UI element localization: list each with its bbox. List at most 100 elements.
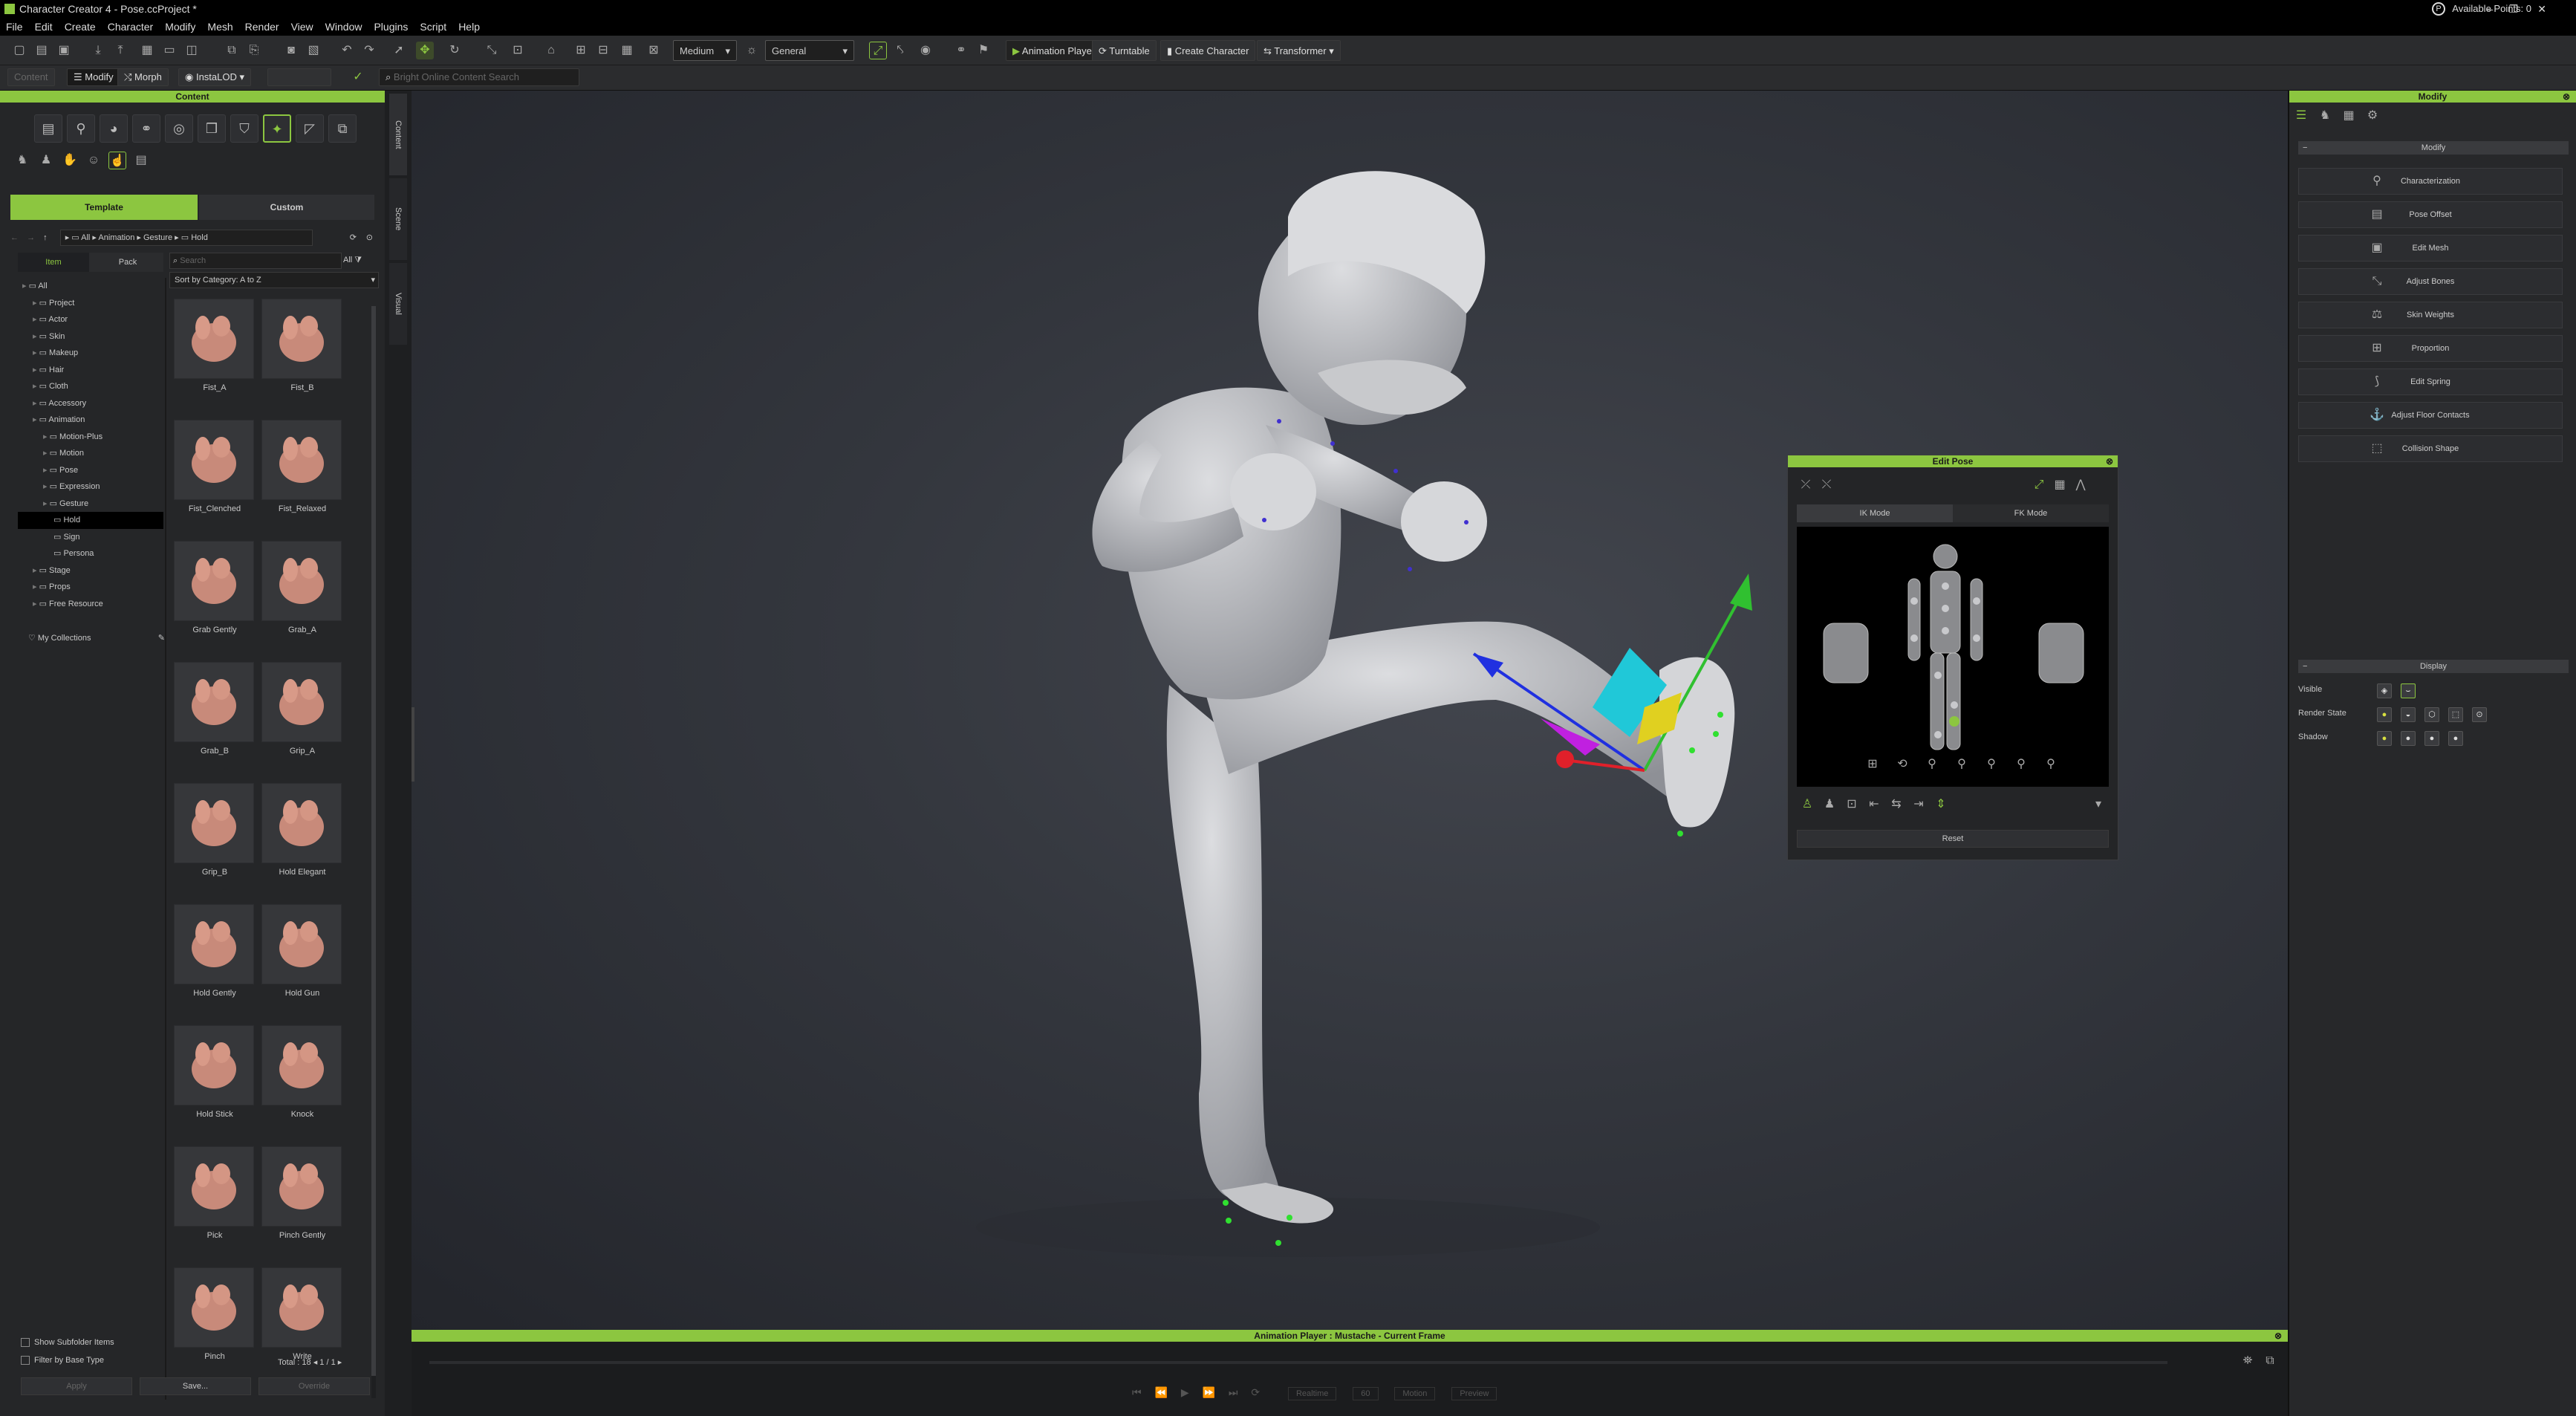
timeline-slider[interactable] [429, 1361, 2167, 1364]
rotate-icon[interactable]: ↻ [446, 42, 464, 59]
side-tab-content[interactable]: Content [389, 94, 407, 175]
menu-file[interactable]: File [0, 18, 29, 36]
show-subfolder-row[interactable]: Show Subfolder Items [21, 1336, 169, 1349]
expand-arrow-icon[interactable]: ▸ [33, 382, 39, 391]
prop-icon[interactable]: ❒ [198, 114, 226, 143]
relax-icon[interactable]: ⟲ [1893, 756, 1911, 773]
expand-arrow-icon[interactable]: ▸ [43, 499, 50, 508]
checkbox[interactable] [21, 1338, 30, 1348]
back-icon[interactable]: ← [10, 233, 19, 242]
body-picker[interactable]: ⊞ ⟲ ⚲ ⚲ ⚲ ⚲ ⚲ [1797, 527, 2109, 787]
cloth-icon[interactable]: ⚭ [132, 114, 160, 143]
menu-render[interactable]: Render [239, 18, 285, 36]
visible-off-icon[interactable]: ⌣ [2401, 683, 2416, 698]
gesture-item[interactable]: Pick [174, 1146, 256, 1243]
modify-action-button[interactable]: ▤ Pose Offset [2298, 201, 2563, 228]
sort-dropdown[interactable]: Sort by Category: A to Z ▾ [169, 272, 379, 288]
expand-arrow-icon[interactable]: ▸ [43, 432, 50, 441]
modify-section-header[interactable]: − Modify [2298, 141, 2569, 155]
expand-arrow-icon[interactable]: ▸ [33, 566, 39, 575]
instalod-button[interactable]: ◉ InstaLOD ▾ [178, 68, 252, 86]
bone-icon[interactable]: ⚭ [952, 42, 970, 59]
probe-icon[interactable]: ◉ [917, 42, 934, 59]
tree-item[interactable]: ▸ ▭ Motion-Plus [18, 429, 163, 446]
pose-mirror-icon[interactable]: ⤫ [1797, 476, 1815, 494]
expand-arrow-icon[interactable]: ▸ [33, 415, 39, 424]
menu-mesh[interactable]: Mesh [201, 18, 238, 36]
fps-value[interactable]: 60 [1353, 1387, 1379, 1400]
camera-icon[interactable]: ◙ [282, 42, 300, 59]
pip-icon[interactable]: ⧉ [2261, 1352, 2279, 1370]
display-section-header[interactable]: − Display [2298, 660, 2569, 673]
mirror-r-icon[interactable]: ⇥ [1910, 796, 1928, 813]
home-icon[interactable]: ⌂ [542, 42, 560, 59]
expand-arrow-icon[interactable]: ▸ [33, 399, 39, 408]
photo-icon[interactable]: ▧ [305, 42, 322, 59]
forward-icon[interactable]: → [27, 233, 35, 242]
close-icon[interactable]: ⊗ [2563, 91, 2570, 103]
modify-tab-icon[interactable]: ☰ [2292, 107, 2310, 125]
subtab-pack[interactable]: Pack [92, 253, 163, 272]
light-icon[interactable]: ⛉ [230, 114, 258, 143]
redo-icon[interactable]: ↷ [360, 42, 378, 59]
prev-frame-icon[interactable]: ⏪ [1155, 1386, 1168, 1398]
figure-icon[interactable]: ♙ [1798, 796, 1816, 813]
camera-sync-icon[interactable]: ⛯ [2239, 1352, 2257, 1370]
lock-pose-icon[interactable]: ⇕ [1932, 796, 1950, 813]
filter-dropdown[interactable]: All ⧩ [343, 253, 373, 269]
side-tab-visual[interactable]: Visual [389, 263, 407, 345]
viewport-splitter[interactable] [412, 707, 414, 782]
tree-item[interactable]: ▸ ▭ Hair [18, 362, 163, 379]
apply-button[interactable]: Apply [21, 1377, 132, 1395]
motion-option[interactable]: Motion [1394, 1387, 1436, 1400]
menu-modify[interactable]: Modify [159, 18, 201, 36]
grid-select-icon[interactable]: ▦ [2051, 476, 2069, 494]
turntable-button[interactable]: ⟳ Turntable [1092, 40, 1157, 61]
close-icon[interactable]: ✕ [2537, 0, 2546, 18]
shadow-off-icon[interactable]: ● [2448, 731, 2463, 746]
filter-base-row[interactable]: Filter by Base Type [21, 1354, 169, 1367]
shadow-both-icon[interactable]: ● [2424, 731, 2439, 746]
gizmo-icon[interactable]: ⤢ [869, 42, 887, 59]
gesture-item[interactable]: Grip_A [261, 662, 343, 759]
render-wire-icon[interactable]: ⬡ [2424, 707, 2439, 722]
modify-action-button[interactable]: ⬚ Collision Shape [2298, 435, 2563, 462]
3d-viewport[interactable]: Edit Pose ⊗ ⤫ ⤬ ⤢ ▦ ⋀ IK Mode FK Mode ⊞ … [412, 91, 2288, 1330]
video-icon[interactable]: ▭ [160, 42, 178, 59]
light-icon[interactable]: ☼ [743, 42, 761, 59]
fk-mode-tab[interactable]: FK Mode [1953, 504, 2109, 522]
menu-edit[interactable]: Edit [29, 18, 59, 36]
visible-on-icon[interactable]: ◈ [2377, 683, 2392, 698]
gesture-item[interactable]: Pinch Gently [261, 1146, 343, 1243]
splitter[interactable] [165, 278, 166, 1400]
animation-player-button[interactable]: ▶ Animation Player [1006, 40, 1102, 61]
tree-item[interactable]: ▸ ▭ Props [18, 579, 163, 596]
morph-toggle[interactable]: ⤭ Morph [117, 68, 169, 86]
shadow-cast-icon[interactable]: ● [2377, 731, 2392, 746]
tree-item[interactable]: ▸ ▭ Actor [18, 311, 163, 328]
tree-item[interactable]: ▸ ▭ Free Resource [18, 596, 163, 613]
open-icon[interactable]: ▤ [33, 42, 51, 59]
green-tool-icon[interactable]: ✓ [349, 68, 367, 86]
up-icon[interactable]: ↑ [43, 233, 48, 242]
menu-view[interactable]: View [285, 18, 319, 36]
script-icon[interactable]: ▤ [132, 152, 150, 169]
tree-item[interactable]: ▸ ▭ All [18, 278, 163, 295]
pose-icon[interactable]: ⤣ [891, 42, 909, 59]
ik-chain-icon[interactable]: ⤢ [2030, 476, 2048, 494]
reach-icon[interactable]: ⋀ [2072, 476, 2089, 494]
flag-icon[interactable]: ⚑ [975, 42, 992, 59]
checkbox[interactable] [21, 1356, 30, 1365]
tab-template[interactable]: Template [10, 195, 198, 220]
gesture-item[interactable]: Knock [261, 1025, 343, 1122]
gesture-item[interactable]: Fist_A [174, 299, 256, 395]
options-icon[interactable]: ⊙ [366, 227, 373, 248]
gesture-item[interactable]: Grab_A [261, 541, 343, 637]
template-icon[interactable]: ⧉ [328, 114, 357, 143]
wire-icon[interactable]: ⊠ [645, 42, 663, 59]
menu-help[interactable]: Help [452, 18, 486, 36]
next-page-icon[interactable]: ▸ [338, 1358, 342, 1367]
modify-action-button[interactable]: ⤡ Adjust Bones [2298, 268, 2563, 295]
create-character-button[interactable]: ▮ Create Character [1160, 40, 1256, 61]
tree-item[interactable]: ▸ ▭ Gesture [18, 496, 163, 513]
